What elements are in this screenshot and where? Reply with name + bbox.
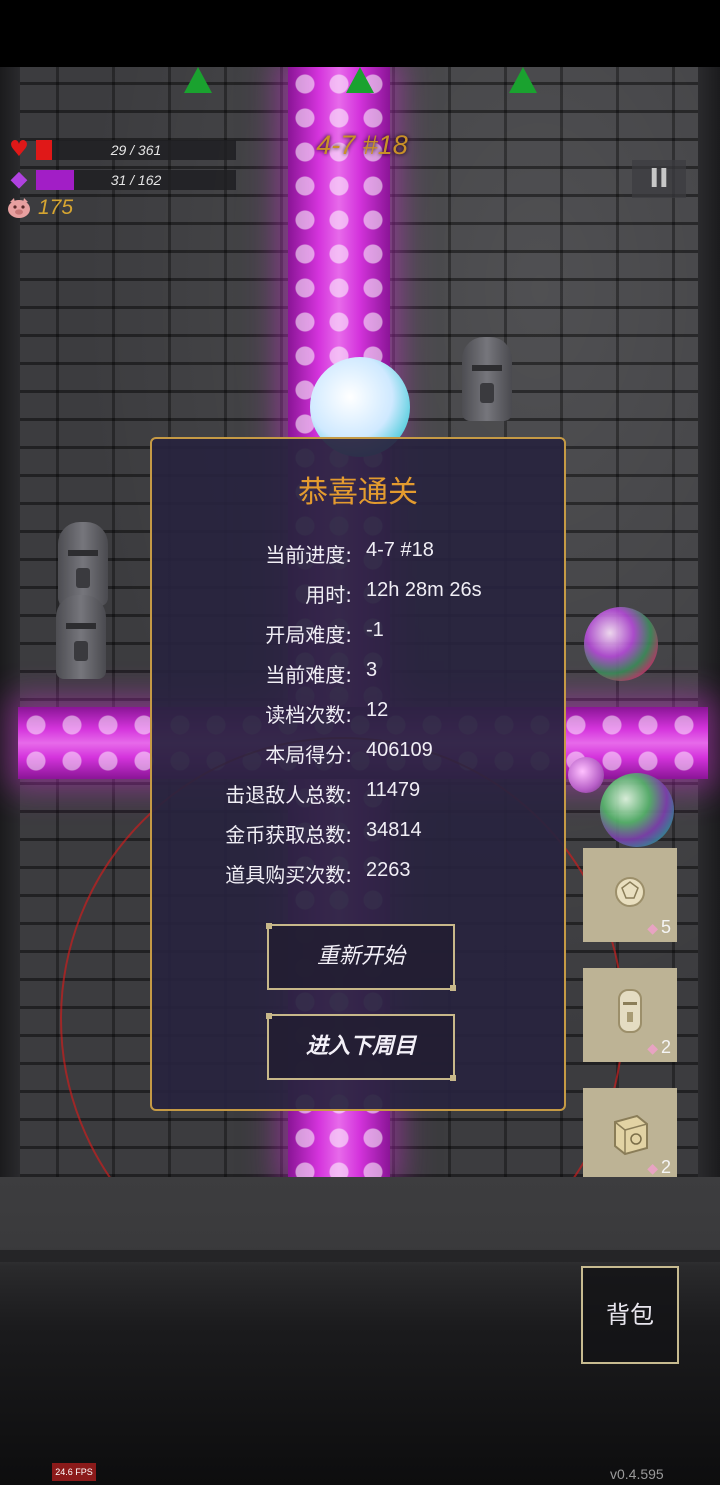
- stat-row: 道具购买次数: 2263: [152, 859, 564, 893]
- moai-statue: [56, 595, 106, 679]
- statue-icon: [618, 989, 642, 1033]
- stat-value: 34814: [366, 819, 422, 841]
- right-rock-wall: [698, 67, 720, 1177]
- stat-value: 12h 28m 26s: [366, 579, 482, 601]
- stat-label: 当前难度:: [265, 663, 352, 687]
- coins-row: 175: [6, 195, 73, 221]
- item-count: ◆ 2: [647, 1157, 671, 1178]
- gem-icon: ◆: [647, 1160, 658, 1176]
- stat-label: 道具购买次数:: [225, 863, 352, 887]
- item-count-value: 5: [660, 917, 671, 937]
- pause-button[interactable]: II: [632, 160, 686, 198]
- stat-value: 4-7 #18: [366, 539, 434, 561]
- next-cycle-button[interactable]: 进入下周目: [266, 1013, 456, 1081]
- backpack-button[interactable]: 背包: [581, 1266, 679, 1364]
- diamond-mana-icon: ◆: [10, 167, 28, 192]
- stat-value: 11479: [366, 779, 421, 801]
- stat-value: 3: [366, 659, 378, 681]
- enemy-marker-triangle: [346, 67, 374, 93]
- stat-row: 用时: 12h 28m 26s: [152, 579, 564, 613]
- rune-cube-icon: [614, 1114, 648, 1156]
- piggy-bank-icon: [6, 195, 32, 221]
- moai-statue: [462, 337, 512, 421]
- enemy-marker-triangle: [184, 67, 212, 93]
- stat-row: 读档次数: 12: [152, 699, 564, 733]
- fps-counter: 24.6 FPS: [52, 1463, 96, 1481]
- left-rock-wall: [0, 67, 20, 1177]
- item-count: ◆ 5: [647, 917, 671, 938]
- hp-bar: 29 / 361: [36, 140, 236, 160]
- mana-text: 31 / 162: [110, 172, 162, 188]
- stat-row: 金币获取总数: 34814: [152, 819, 564, 853]
- mana-row: ◆ 31 / 162: [6, 167, 236, 193]
- hp-text: 29 / 361: [110, 142, 162, 158]
- dialog-title: 恭喜通关: [298, 475, 418, 510]
- heart-icon: ♥: [9, 137, 29, 162]
- stat-row: 击退敌人总数: 11479: [152, 779, 564, 813]
- stat-row: 本局得分: 406109: [152, 739, 564, 773]
- crystal-orb-icon: [615, 877, 645, 907]
- pink-orb-enemy: [568, 757, 604, 793]
- moai-statue: [58, 522, 108, 606]
- gem-icon: ◆: [647, 920, 658, 936]
- stat-label: 开局难度:: [265, 623, 352, 647]
- stat-label: 本局得分:: [265, 743, 352, 767]
- hp-row: ♥ 29 / 361: [6, 137, 236, 163]
- stat-label: 用时:: [305, 583, 352, 607]
- stat-row: 开局难度: -1: [152, 619, 564, 653]
- item-count: ◆ 2: [647, 1037, 671, 1058]
- item-slot[interactable]: ◆ 2: [583, 968, 677, 1062]
- top-black-bar: [0, 0, 720, 67]
- item-slot[interactable]: ◆ 2: [583, 1088, 677, 1182]
- stat-label: 读档次数:: [265, 703, 352, 727]
- stat-value: 12: [366, 699, 389, 721]
- item-count-value: 2: [660, 1157, 671, 1177]
- rainbow-bubble-enemy: [600, 773, 674, 847]
- stat-row: 当前难度: 3: [152, 659, 564, 693]
- gem-icon: ◆: [647, 1040, 658, 1056]
- restart-button[interactable]: 重新开始: [266, 923, 456, 991]
- coin-count: 175: [38, 196, 74, 219]
- version-label: v0.4.595: [610, 1466, 664, 1482]
- stat-label: 金币获取总数:: [225, 823, 352, 847]
- stat-value: -1: [366, 619, 384, 641]
- enemy-marker-triangle: [509, 67, 537, 93]
- item-slot[interactable]: ◆ 5: [583, 848, 677, 942]
- rainbow-bubble-enemy: [584, 607, 658, 681]
- bottom-divider: [0, 1250, 720, 1262]
- stat-value: 2263: [366, 859, 411, 881]
- level-indicator: 4-7 #18: [316, 130, 408, 160]
- mana-bar: 31 / 162: [36, 170, 236, 190]
- stat-value: 406109: [366, 739, 433, 761]
- level-clear-dialog: 恭喜通关 当前进度: 4-7 #18 用时: 12h 28m 26s 开局难度:…: [150, 437, 566, 1111]
- item-count-value: 2: [660, 1037, 671, 1057]
- stat-label: 当前进度:: [265, 543, 352, 567]
- stat-row: 当前进度: 4-7 #18: [152, 539, 564, 573]
- stat-label: 击退敌人总数:: [225, 783, 352, 807]
